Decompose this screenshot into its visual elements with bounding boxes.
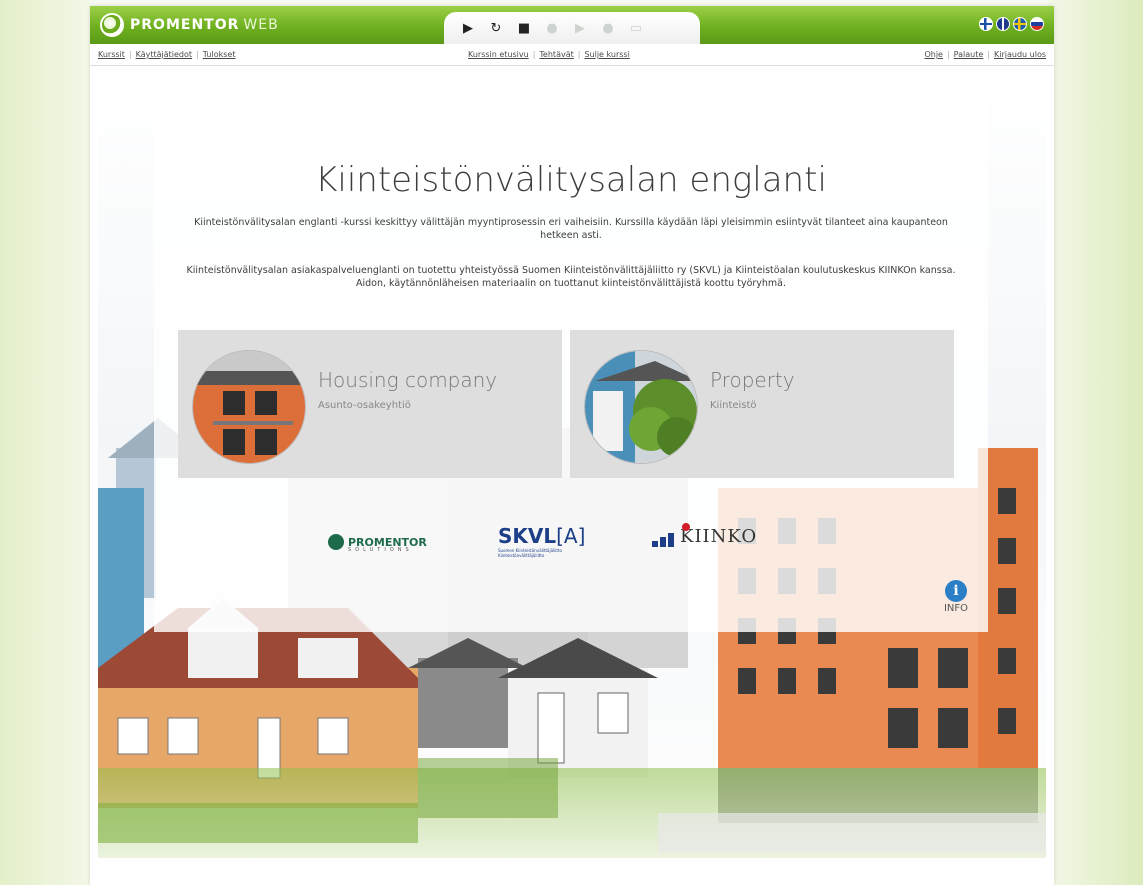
top-bar: PROMENTOR WEB ▶ ↻ ■ ● ▶ ● ▭	[90, 6, 1054, 44]
link-group-left: Kurssit | Käyttäjätiedot | Tulokset	[98, 50, 235, 59]
promentor-logo[interactable]: PROMENTOR SOLUTIONS	[328, 534, 427, 553]
link-bar: Kurssit | Käyttäjätiedot | Tulokset Kurssi…	[90, 44, 1054, 66]
course-title: Kiinteistönvälitysalan englanti	[315, 160, 827, 200]
kiinko-logo-text: KIINKO	[680, 526, 758, 547]
promentor-logo-subtext: SOLUTIONS	[348, 547, 413, 553]
kiinko-bars-icon	[652, 523, 690, 547]
module-subtitle: Kiinteistö	[710, 400, 757, 411]
logo-name: PROMENTOR	[130, 17, 240, 33]
link-results[interactable]: Tulokset	[203, 50, 236, 59]
module-title: Property	[710, 368, 795, 392]
link-logout[interactable]: Kirjaudu ulos	[994, 50, 1046, 59]
player-controls: ▶ ↻ ■ ● ▶ ● ▭	[444, 12, 700, 44]
skvl-logo[interactable]: SKVL[A] Suomen Kiinteistönvälittäjäliitt…	[498, 524, 588, 558]
logo-suffix: WEB	[243, 17, 279, 33]
restart-icon[interactable]: ↻	[486, 18, 506, 38]
info-label: INFO	[943, 603, 969, 614]
link-course-home[interactable]: Kurssin etusivu	[468, 50, 529, 59]
flag-se-icon[interactable]	[1013, 17, 1027, 31]
course-description-1: Kiinteistönvälitysalan englanti -kurssi …	[194, 217, 948, 241]
module-card-property[interactable]: Property Kiinteistö	[570, 330, 954, 478]
link-user-info[interactable]: Käyttäjätiedot	[136, 50, 192, 59]
flag-gb-icon[interactable]	[996, 17, 1010, 31]
play-next-icon[interactable]: ▶	[570, 18, 590, 38]
kiinko-logo[interactable]: KIINKO	[652, 523, 758, 547]
partner-logos: PROMENTOR SOLUTIONS SKVL[A] Suomen Kiint…	[154, 523, 988, 564]
app-logo[interactable]: PROMENTOR WEB	[100, 12, 279, 38]
record-icon[interactable]: ●	[598, 18, 618, 38]
course-content: Kiinteistönvälitysalan englanti Kiinteis…	[98, 68, 1046, 885]
page-background-left	[0, 0, 90, 885]
link-separator: |	[987, 50, 990, 59]
course-panel: Kiinteistönvälitysalan englanti Kiinteis…	[154, 104, 988, 632]
link-separator: |	[946, 50, 950, 59]
skvl-logo-subtext: Suomen Kiinteistönvälittäjäliitto Kiinte…	[498, 548, 562, 558]
language-selector	[979, 17, 1044, 31]
link-separator: |	[577, 50, 581, 59]
flag-ru-icon[interactable]	[1030, 17, 1044, 31]
property-image	[584, 350, 698, 464]
link-group-middle: Kurssin etusivu | Tehtävät | Sulje kurssi	[468, 50, 630, 59]
link-courses[interactable]: Kurssit	[98, 50, 125, 59]
play-icon[interactable]: ▶	[458, 18, 478, 38]
link-tasks[interactable]: Tehtävät	[539, 50, 573, 59]
module-subtitle: Asunto-osakeyhtiö	[318, 400, 411, 411]
page-icon[interactable]: ▭	[626, 18, 646, 38]
link-close-course[interactable]: Sulje kurssi	[584, 50, 629, 59]
link-separator: |	[532, 50, 536, 59]
prev-icon[interactable]: ●	[542, 18, 562, 38]
stop-icon[interactable]: ■	[514, 18, 534, 38]
link-help[interactable]: Ohje	[924, 50, 943, 59]
logo-icon	[100, 13, 124, 37]
housing-company-image	[192, 350, 306, 464]
promentor-logo-icon	[328, 534, 344, 550]
skvl-name: SKVL	[498, 524, 557, 548]
module-card-housing-company[interactable]: Housing company Asunto-osakeyhtiö	[178, 330, 562, 478]
app-frame: PROMENTOR WEB ▶ ↻ ■ ● ▶ ● ▭ Kurssit | Käyt…	[90, 6, 1054, 885]
link-separator: |	[196, 50, 199, 59]
info-button[interactable]: i INFO	[936, 580, 976, 614]
link-group-right: Ohje | Palaute | Kirjaudu ulos	[924, 50, 1046, 59]
course-description-2: Kiinteistönvälitysalan asiakaspalvelueng…	[186, 265, 956, 289]
module-title: Housing company	[318, 368, 498, 392]
logo-text: PROMENTOR WEB	[130, 17, 279, 33]
info-icon: i	[945, 580, 967, 602]
skvl-logo-text: SKVL[A]	[498, 524, 588, 548]
page-background-right	[1048, 0, 1143, 885]
link-separator: |	[128, 50, 132, 59]
flag-fi-icon[interactable]	[979, 17, 993, 31]
link-feedback[interactable]: Palaute	[954, 50, 984, 59]
skvl-suffix: [A]	[556, 524, 586, 548]
